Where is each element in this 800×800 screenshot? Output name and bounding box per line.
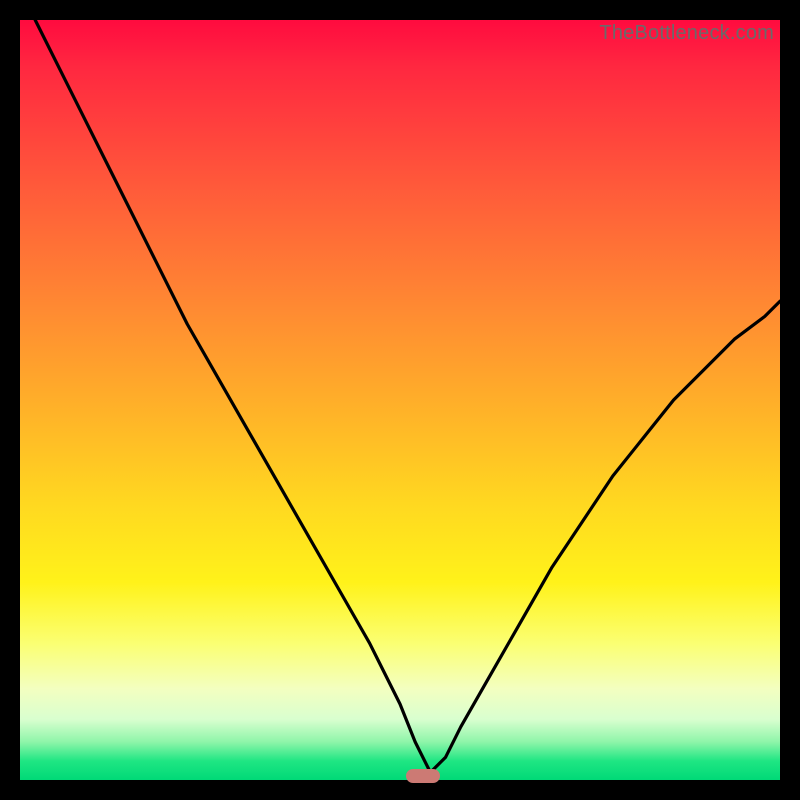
optimal-point-marker: [406, 769, 440, 783]
plot-area: TheBottleneck.com: [20, 20, 780, 780]
chart-frame: TheBottleneck.com: [0, 0, 800, 800]
bottleneck-curve: [20, 20, 780, 780]
